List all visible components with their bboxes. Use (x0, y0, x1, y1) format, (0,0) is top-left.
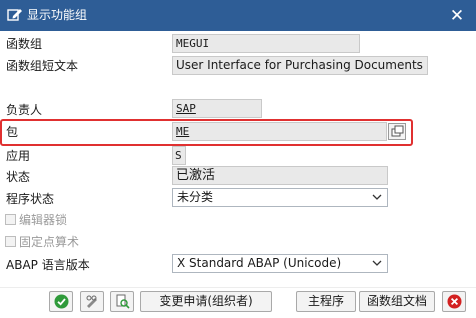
function-group-field[interactable]: MEGUI (172, 34, 360, 53)
chevron-down-icon (372, 194, 382, 200)
package-value: ME (176, 125, 190, 138)
package-label: 包 (6, 125, 19, 139)
status-label: 状态 (6, 170, 31, 184)
function-group-label: 函数组 (6, 37, 43, 51)
cancel-icon (447, 294, 462, 309)
main-program-button[interactable]: 主程序 (296, 291, 356, 312)
where-used-button[interactable] (110, 291, 134, 312)
responsible-value: SAP (176, 102, 196, 115)
responsible-label: 负责人 (6, 103, 43, 117)
responsible-field[interactable]: SAP (172, 99, 262, 118)
change-request-button[interactable]: 变更申请(组织者) (140, 291, 272, 312)
program-status-label: 程序状态 (6, 192, 55, 206)
confirm-button[interactable] (49, 291, 73, 312)
status-field[interactable]: 已激活 (172, 166, 388, 185)
cancel-button[interactable] (442, 291, 466, 312)
where-used-icon (116, 294, 130, 309)
function-group-docs-button[interactable]: 函数组文档 (359, 291, 435, 312)
editor-lock-checkbox[interactable] (5, 214, 16, 225)
short-text-label: 函数组短文本 (6, 59, 79, 73)
package-field[interactable]: ME (172, 122, 387, 141)
abap-version-label: ABAP 语言版本 (6, 258, 90, 272)
program-status-select[interactable]: 未分类 (172, 188, 388, 207)
close-window-button[interactable]: ✕ (438, 0, 476, 31)
chevron-down-icon (372, 260, 382, 266)
checkmark-icon (54, 294, 69, 309)
fixed-point-label: 固定点算术 (19, 235, 80, 249)
application-label: 应用 (6, 149, 31, 163)
application-field[interactable]: S (172, 146, 186, 165)
bottom-toolbar: 变更申请(组织者) 主程序 函数组文档 (0, 287, 476, 318)
pencil-glasses-icon (86, 295, 97, 308)
fixed-point-checkbox[interactable] (5, 236, 16, 247)
abap-version-select[interactable]: X Standard ABAP (Unicode) (172, 254, 388, 273)
display-change-button[interactable] (80, 291, 104, 312)
program-status-value: 未分类 (177, 190, 214, 204)
window-title: 显示功能组 (27, 8, 88, 22)
display-edit-icon (7, 9, 22, 21)
short-text-field[interactable]: User Interface for Purchasing Documents (172, 56, 428, 75)
window-titlebar: 显示功能组 ✕ (0, 0, 476, 31)
editor-lock-label: 编辑器锁 (19, 213, 68, 227)
abap-version-value: X Standard ABAP (Unicode) (177, 256, 342, 270)
value-help-icon[interactable] (388, 123, 406, 140)
